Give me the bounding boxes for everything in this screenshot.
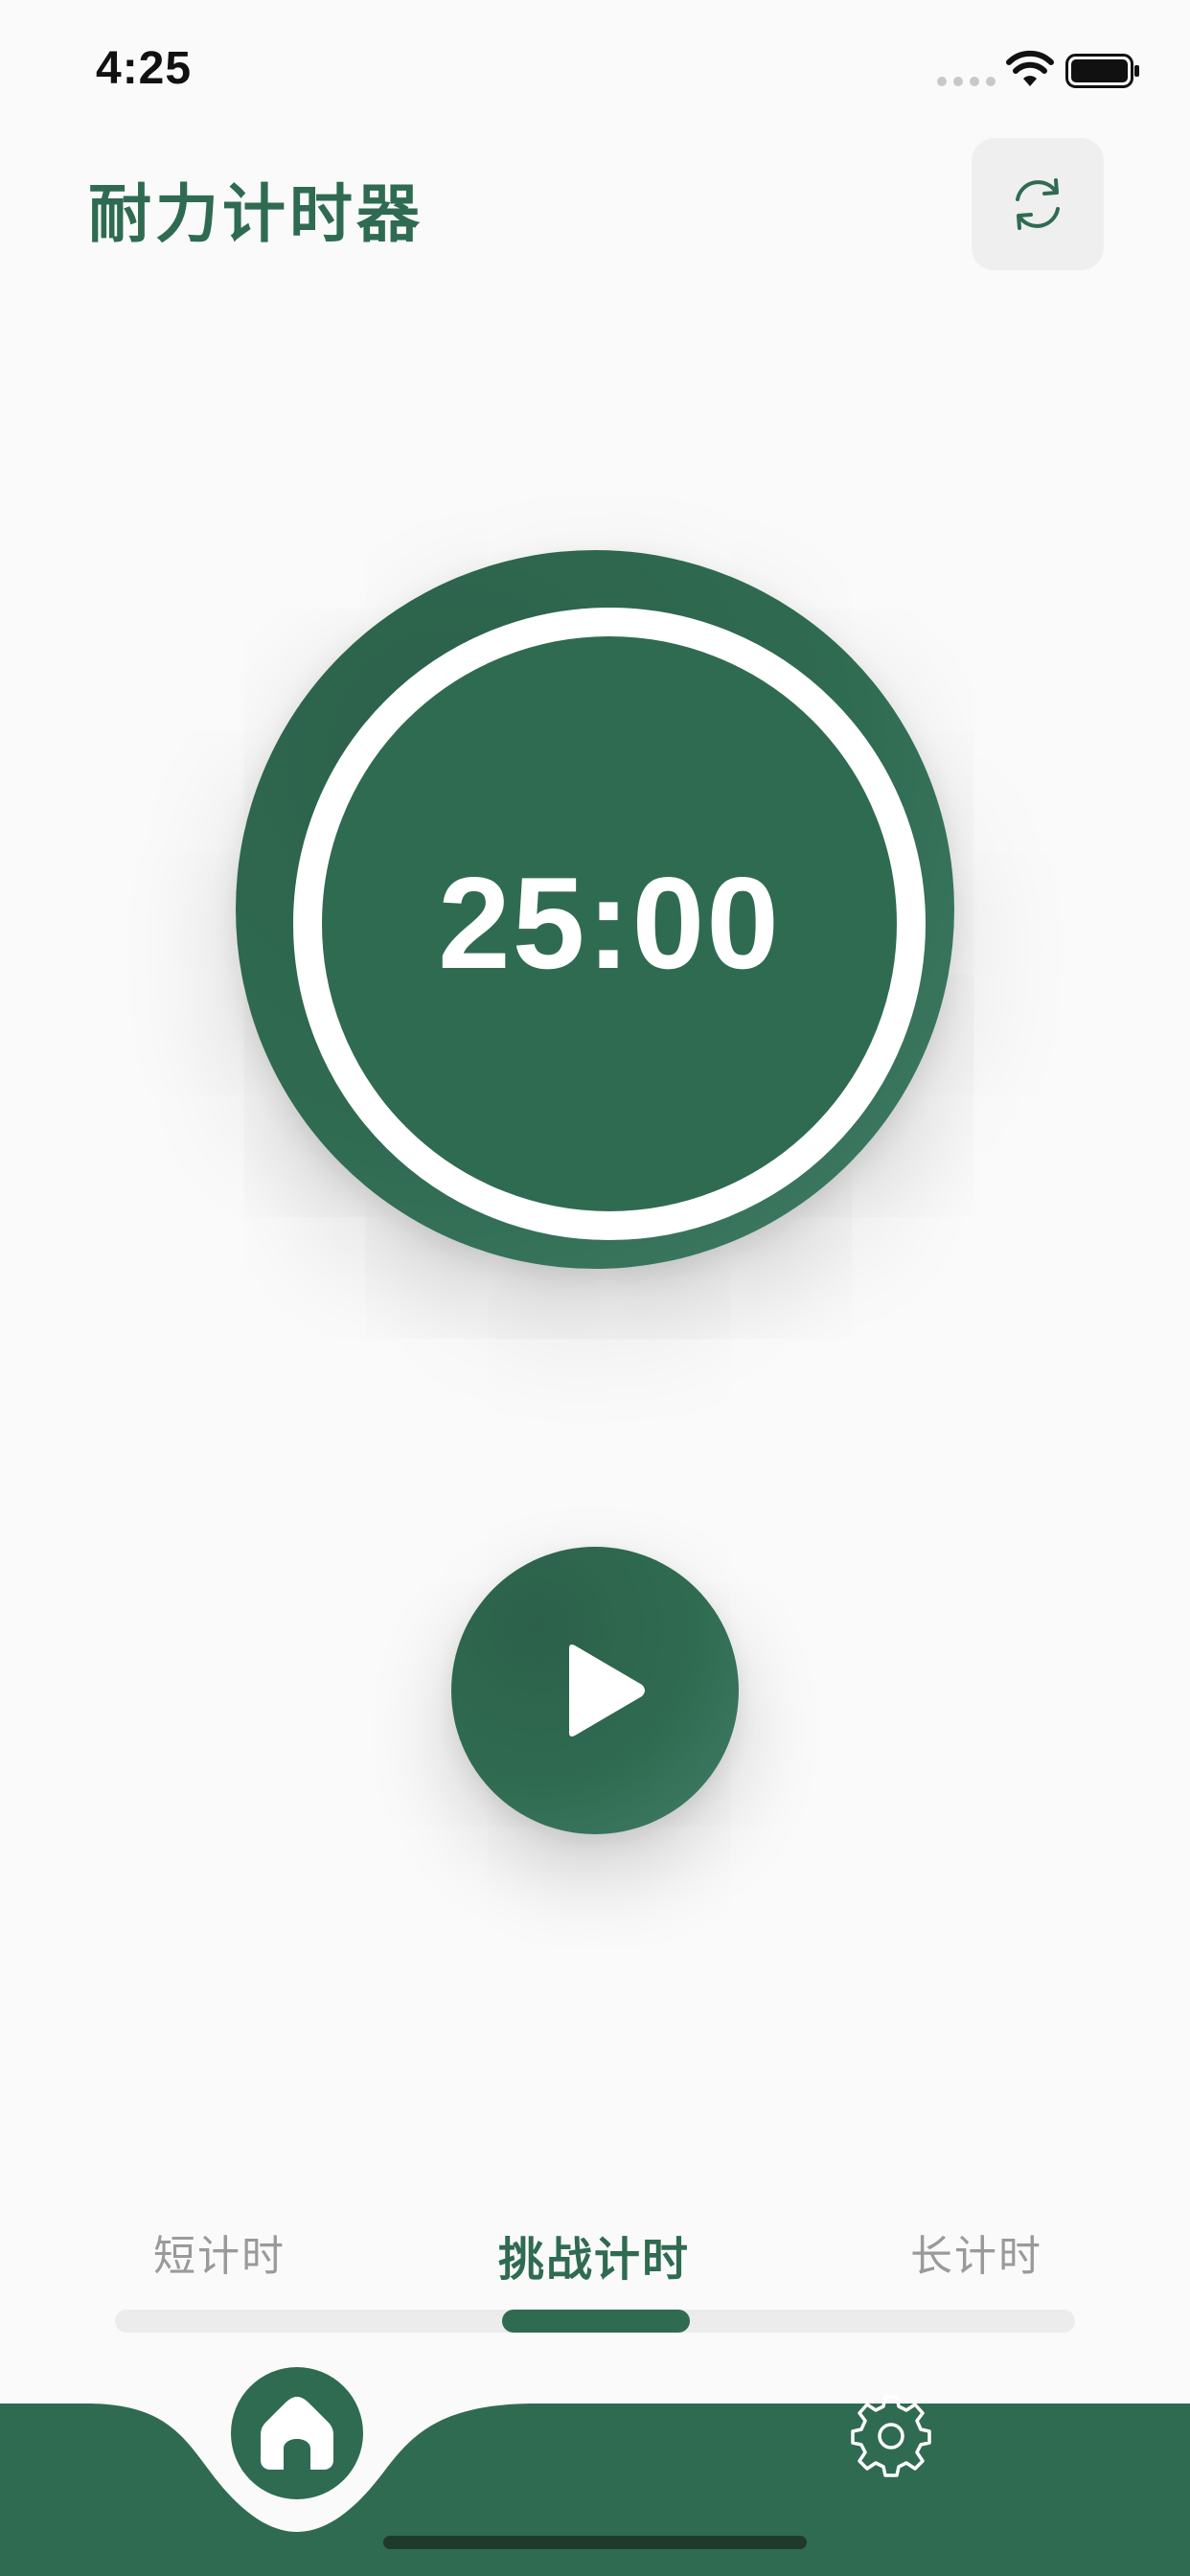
refresh-button[interactable] <box>972 138 1104 270</box>
mode-tabs: 短计时 挑战计时 长计时 <box>115 2221 1075 2346</box>
home-indicator <box>383 2536 807 2549</box>
nav-settings-button[interactable] <box>845 2390 937 2482</box>
tab-short-timer[interactable]: 短计时 <box>153 2221 286 2283</box>
tab-long-timer[interactable]: 长计时 <box>910 2221 1042 2283</box>
timer-display: 25:00 <box>438 850 781 996</box>
nav-home-button[interactable] <box>231 2367 363 2499</box>
timer-dial: 25:00 <box>236 550 954 1269</box>
gear-icon <box>851 2395 931 2477</box>
status-time: 4:25 <box>96 43 193 94</box>
timer-progress-ring: 25:00 <box>293 608 926 1240</box>
cellular-signal-icon <box>937 77 995 86</box>
play-icon <box>569 1644 645 1736</box>
home-icon <box>261 2397 333 2470</box>
refresh-icon <box>1016 178 1060 230</box>
play-button[interactable] <box>451 1547 739 1834</box>
wifi-icon <box>1006 50 1054 86</box>
status-bar: 4:25 <box>0 0 1190 134</box>
app-title: 耐力计时器 <box>88 177 423 251</box>
tab-challenge-timer[interactable]: 挑战计时 <box>498 2221 690 2288</box>
battery-icon <box>1065 54 1139 88</box>
